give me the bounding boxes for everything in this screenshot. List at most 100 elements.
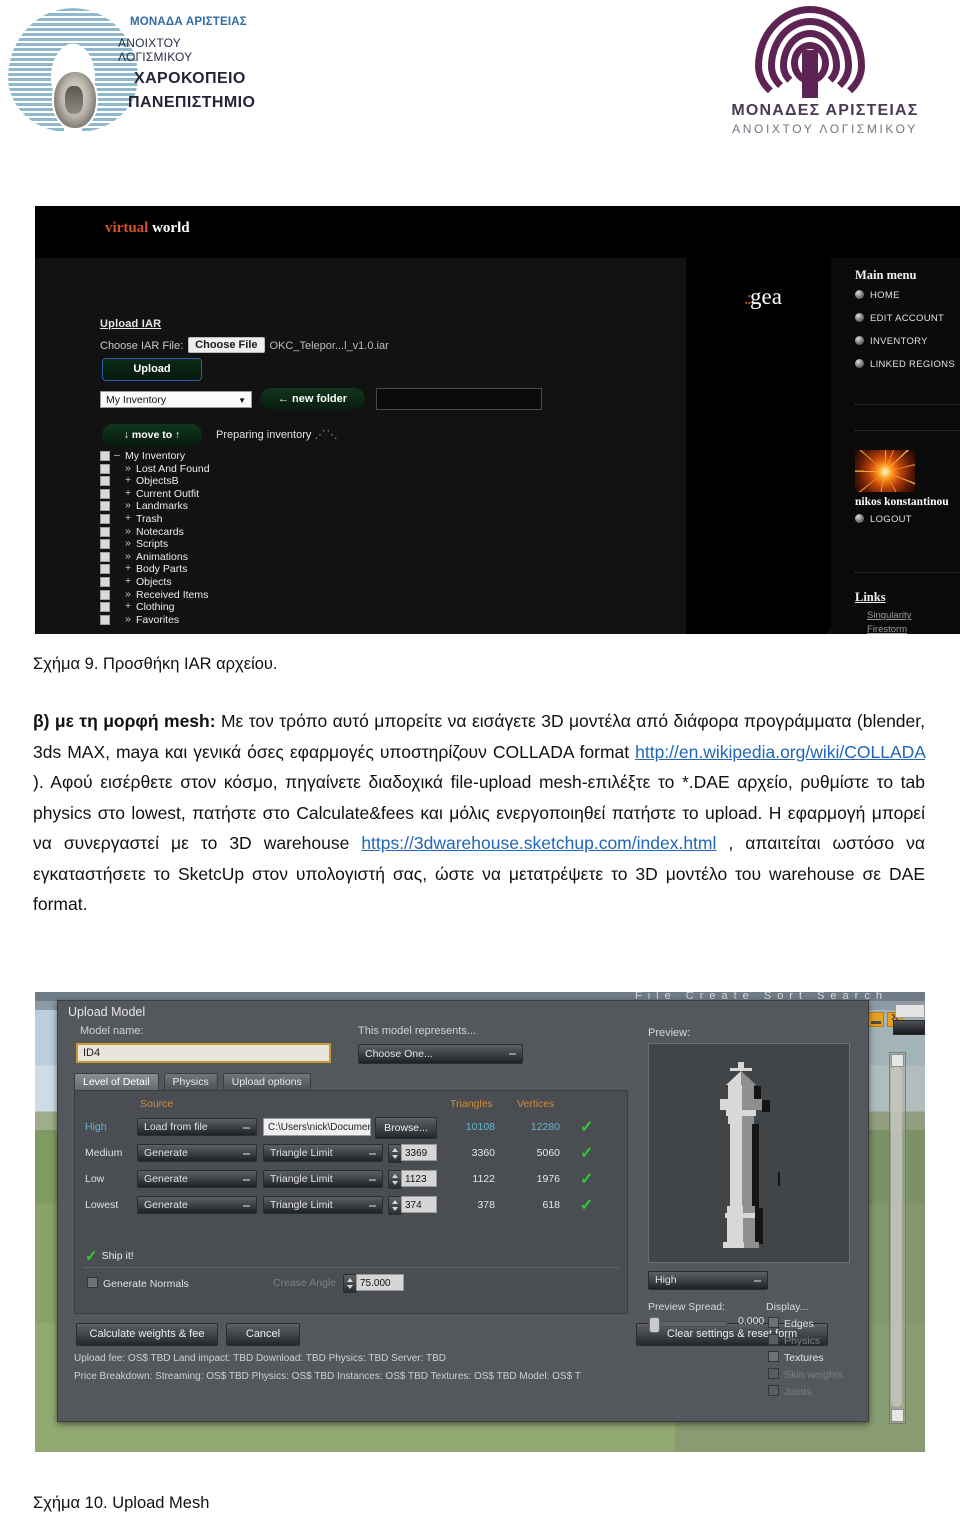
tree-toggle-icon[interactable]: »	[125, 588, 131, 600]
tree-toggle-icon[interactable]: +	[125, 575, 131, 587]
tree-item-checkbox[interactable]	[100, 564, 110, 575]
tree-toggle-icon[interactable]: +	[125, 474, 131, 486]
menu-item-inventory[interactable]: INVENTORY	[855, 336, 960, 347]
generate-normals-checkbox[interactable]: Generate Normals	[87, 1277, 189, 1290]
link-firestorm[interactable]: Firestorm	[867, 624, 907, 634]
3dwarehouse-link[interactable]: https://3dwarehouse.sketchup.com/index.h…	[361, 833, 716, 853]
lod-limit-stepper[interactable]	[388, 1144, 402, 1163]
display-option-edges[interactable]: Edges	[768, 1317, 814, 1330]
tree-item-checkbox[interactable]	[100, 551, 110, 562]
tree-item-objects[interactable]: + Objects	[100, 575, 400, 589]
lod-limit-input[interactable]: 374	[401, 1196, 437, 1213]
display-label: Display...	[766, 1301, 809, 1313]
upload-button[interactable]: Upload	[102, 358, 202, 381]
inventory-select[interactable]: My Inventory ▼	[100, 391, 252, 408]
tree-item-checkbox[interactable]	[100, 451, 110, 461]
viewer-scrollbar[interactable]	[889, 1052, 906, 1424]
preview-spread-slider[interactable]	[649, 1317, 727, 1333]
tree-item-my-inventory[interactable]: – My Inventory	[100, 449, 400, 463]
crease-angle-stepper[interactable]	[343, 1274, 357, 1293]
calculate-weights-button[interactable]: Calculate weights & fee	[76, 1323, 218, 1346]
collada-wiki-link[interactable]: http://en.wikipedia.org/wiki/COLLADA	[635, 742, 925, 762]
lod-source-select[interactable]: Generate	[137, 1170, 257, 1188]
viewer-dropdown[interactable]	[893, 1020, 925, 1035]
tree-toggle-icon[interactable]: +	[125, 600, 131, 612]
logout-item[interactable]: LOGOUT	[855, 514, 912, 525]
slider-knob[interactable]	[649, 1317, 660, 1333]
inventory-tree: – My Inventory» Lost And Found + ObjectsB + Cu…	[100, 449, 400, 627]
menu-item-linked-regions[interactable]: LINKED REGIONS	[855, 359, 960, 370]
tree-toggle-icon[interactable]: +	[125, 512, 131, 524]
viewer-text-field[interactable]	[895, 1004, 925, 1018]
tree-item-checkbox[interactable]	[100, 513, 110, 524]
new-folder-button[interactable]: ← new folder	[260, 388, 365, 410]
tree-item-checkbox[interactable]	[100, 488, 110, 499]
tree-toggle-icon[interactable]: +	[125, 562, 131, 574]
tree-item-label: Favorites	[136, 613, 180, 626]
tree-item-received-items[interactable]: » Received Items	[100, 588, 400, 602]
tree-item-body-parts[interactable]: + Body Parts	[100, 562, 400, 576]
tree-item-notecards[interactable]: » Notecards	[100, 525, 400, 539]
browse-button[interactable]: Browse...	[375, 1117, 437, 1139]
represents-select[interactable]: Choose One...	[358, 1044, 523, 1064]
preview-viewport[interactable]	[648, 1043, 850, 1263]
preview-lod-select[interactable]: High	[648, 1271, 768, 1290]
lod-limit-input[interactable]: 3369	[401, 1144, 437, 1161]
lod-source-select[interactable]: Load from file	[137, 1118, 257, 1136]
tree-toggle-icon[interactable]: »	[125, 499, 131, 511]
choose-file-button[interactable]: Choose File	[188, 337, 265, 353]
lod-limit-stepper[interactable]	[388, 1170, 402, 1189]
tree-toggle-icon[interactable]: –	[114, 449, 120, 461]
tree-item-objectsb[interactable]: + ObjectsB	[100, 474, 400, 488]
tree-item-checkbox[interactable]	[100, 539, 110, 550]
tree-item-checkbox[interactable]	[100, 589, 110, 600]
tree-item-checkbox[interactable]	[100, 602, 110, 613]
lod-limit-mode-select[interactable]: Triangle Limit	[263, 1170, 383, 1188]
lod-vertices: 1976	[536, 1173, 560, 1185]
tree-item-clothing[interactable]: + Clothing	[100, 600, 400, 614]
tree-toggle-icon[interactable]: »	[125, 550, 131, 562]
scrollbar-thumb[interactable]	[891, 1067, 902, 1407]
link-singularity[interactable]: Singularity	[867, 610, 911, 621]
lod-file-path[interactable]: C:\Users\nick\Documen	[263, 1118, 371, 1136]
lod-limit-stepper[interactable]	[388, 1196, 402, 1215]
tree-toggle-icon[interactable]: »	[125, 613, 131, 625]
tree-item-current-outfit[interactable]: + Current Outfit	[100, 487, 400, 501]
lod-limit-mode-select[interactable]: Triangle Limit	[263, 1144, 383, 1162]
tree-item-landmarks[interactable]: » Landmarks	[100, 499, 400, 513]
tree-item-scripts[interactable]: » Scripts	[100, 537, 400, 551]
tree-item-checkbox[interactable]	[100, 614, 110, 625]
folder-name-input[interactable]	[376, 388, 542, 410]
tree-item-checkbox[interactable]	[100, 463, 110, 474]
tree-toggle-icon[interactable]: »	[125, 525, 131, 537]
tree-item-checkbox[interactable]	[100, 501, 110, 512]
tab-upload-options[interactable]: Upload options	[222, 1073, 311, 1091]
lod-limit-input[interactable]: 1123	[401, 1170, 437, 1187]
scroll-up-icon[interactable]	[891, 1054, 904, 1067]
document-header: ΜΟΝΑΔΑ ΑΡΙΣΤΕΙΑΣ ΑΝΟΙΧΤΟΥ ΛΟΓΙΣΜΙΚΟΥ ΧΑΡ…	[0, 0, 960, 140]
move-to-button[interactable]: ↓ move to ↑	[102, 424, 202, 446]
lod-limit-mode-select[interactable]: Triangle Limit	[263, 1196, 383, 1214]
lod-source-select[interactable]: Generate	[137, 1144, 257, 1162]
tab-level-of-detail[interactable]: Level of Detail	[74, 1073, 159, 1091]
tree-item-lost-and-found[interactable]: » Lost And Found	[100, 462, 400, 476]
menu-item-edit-account[interactable]: EDIT ACCOUNT	[855, 313, 960, 324]
tree-item-trash[interactable]: + Trash	[100, 512, 400, 526]
tree-item-animations[interactable]: » Animations	[100, 550, 400, 564]
tree-toggle-icon[interactable]: +	[125, 487, 131, 499]
cancel-button[interactable]: Cancel	[226, 1323, 300, 1346]
scroll-down-icon[interactable]	[891, 1409, 904, 1422]
lod-source-select[interactable]: Generate	[137, 1196, 257, 1214]
model-name-input[interactable]: ID4	[76, 1043, 331, 1063]
tree-item-favorites[interactable]: » Favorites	[100, 613, 400, 627]
tree-item-checkbox[interactable]	[100, 476, 110, 487]
tree-toggle-icon[interactable]: »	[125, 537, 131, 549]
display-option-textures[interactable]: Textures	[768, 1351, 824, 1364]
tree-item-checkbox[interactable]	[100, 576, 110, 587]
minimize-icon[interactable]	[868, 1012, 884, 1027]
crease-angle-input[interactable]: 75.000	[356, 1274, 404, 1291]
tree-toggle-icon[interactable]: »	[125, 462, 131, 474]
tree-item-checkbox[interactable]	[100, 526, 110, 537]
menu-item-home[interactable]: HOME	[855, 290, 960, 301]
tab-physics[interactable]: Physics	[163, 1073, 218, 1091]
